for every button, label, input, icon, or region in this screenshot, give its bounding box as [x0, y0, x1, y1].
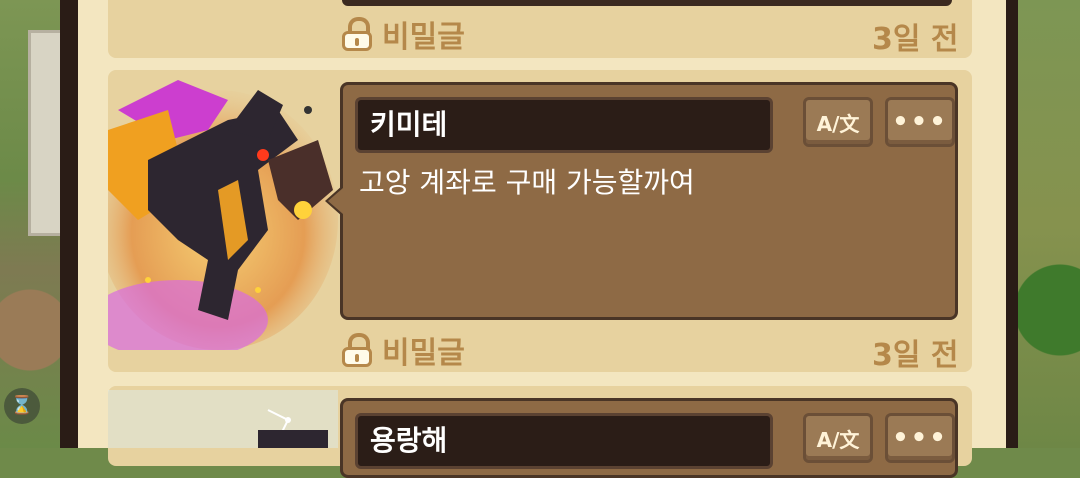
secret-label: 비밀글	[342, 328, 465, 372]
author-name: 키미테	[355, 97, 773, 153]
post-card	[108, 0, 972, 58]
more-options-button[interactable]: •••	[885, 413, 955, 463]
previous-bubble-bottom	[342, 0, 952, 6]
translate-button[interactable]: A/文	[803, 413, 873, 463]
more-options-button[interactable]: •••	[885, 97, 955, 147]
author-name: 용랑해	[355, 413, 773, 469]
bubble-pointer	[325, 185, 343, 217]
lock-icon	[342, 333, 372, 367]
secret-label: 비밀글	[342, 12, 465, 56]
constellation-character-icon[interactable]	[108, 390, 338, 448]
post-time: 3일 전	[872, 338, 959, 373]
secret-text: 비밀글	[382, 20, 465, 55]
translate-button[interactable]: A/文	[803, 97, 873, 147]
lock-icon	[342, 17, 372, 51]
message-bubble: 키미테 A/文 ••• 고앙 계좌로 구매 가능할까여	[325, 82, 958, 320]
game-background-right	[1010, 0, 1080, 448]
message-bubble: 용랑해 A/文 •••	[340, 398, 958, 478]
secret-text: 비밀글	[382, 336, 465, 371]
clock-icon[interactable]: ⌛	[4, 388, 40, 424]
post-time: 3일 전	[872, 22, 959, 57]
dark-dragon-icon[interactable]	[108, 70, 338, 350]
message-text: 고앙 계좌로 구매 가능할까여	[359, 166, 695, 199]
